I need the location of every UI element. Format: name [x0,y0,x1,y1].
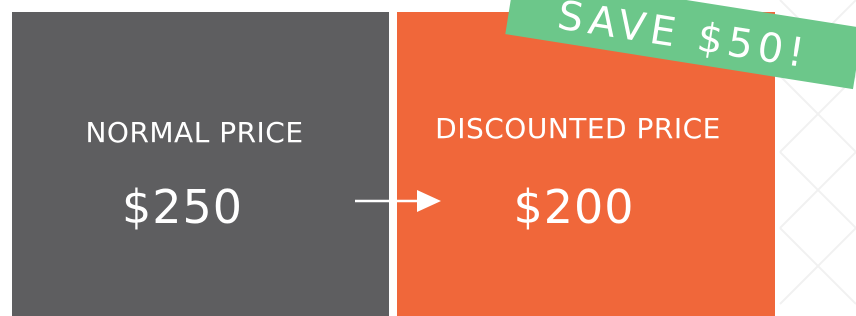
normal-price-label: NORMAL PRICE [85,116,304,149]
normal-price-panel: NORMAL PRICE $250 [12,12,389,316]
right-arrow-icon [355,190,441,212]
normal-price-value: $250 [121,180,244,234]
discounted-price-label: DISCOUNTED PRICE [435,112,721,145]
